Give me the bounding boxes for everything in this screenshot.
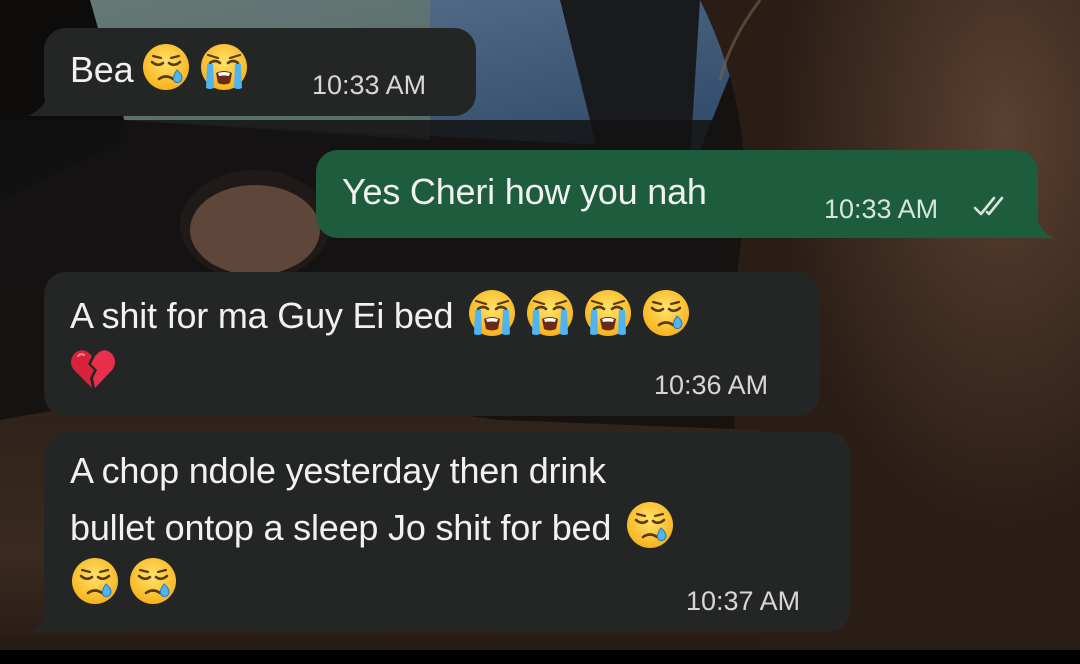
loudly-crying-face-emoji [525,288,575,338]
message-text: Bea [70,42,249,97]
bubble-tail [28,600,68,632]
sleepy-face-emoji [625,500,675,550]
loudly-crying-face-emoji [199,42,249,92]
message-text-line: A chop ndole yesterday then drink [70,450,606,491]
sleepy-face-emoji [141,42,191,92]
bubble-tail [1018,206,1054,238]
sleepy-face-emoji [128,556,178,606]
message-timestamp: 10:33 AM [312,70,427,100]
message-bubble-outgoing[interactable]: Yes Cheri how you nah 10:33 AM [316,150,1038,238]
broken-heart-emoji [68,344,118,394]
message-bubble-incoming[interactable]: A shit for ma Guy Ei bed 10:36 AM [44,272,820,416]
message-text: A shit for ma Guy Ei bed [70,288,691,343]
bubble-tail [28,84,68,116]
loudly-crying-face-emoji [467,288,517,338]
message-bubble-incoming[interactable]: A chop ndole yesterday then drink bullet… [44,432,850,632]
message-timestamp: 10:33 AM [824,194,939,224]
sleepy-face-emoji [641,288,691,338]
read-double-check-icon [973,196,1004,216]
emoji-row [62,556,178,611]
message-timestamp: 10:36 AM [654,370,769,400]
sleepy-face-emoji [70,556,120,606]
loudly-crying-face-emoji [583,288,633,338]
message-bubble-incoming[interactable]: Bea 10:33 AM [44,28,476,116]
message-timestamp: 10:37 AM [686,586,801,616]
bottom-edge-bar [0,650,1080,664]
message-text: Yes Cheri how you nah [342,171,707,212]
message-text-line: bullet ontop a sleep Jo shit for bed [70,500,675,555]
